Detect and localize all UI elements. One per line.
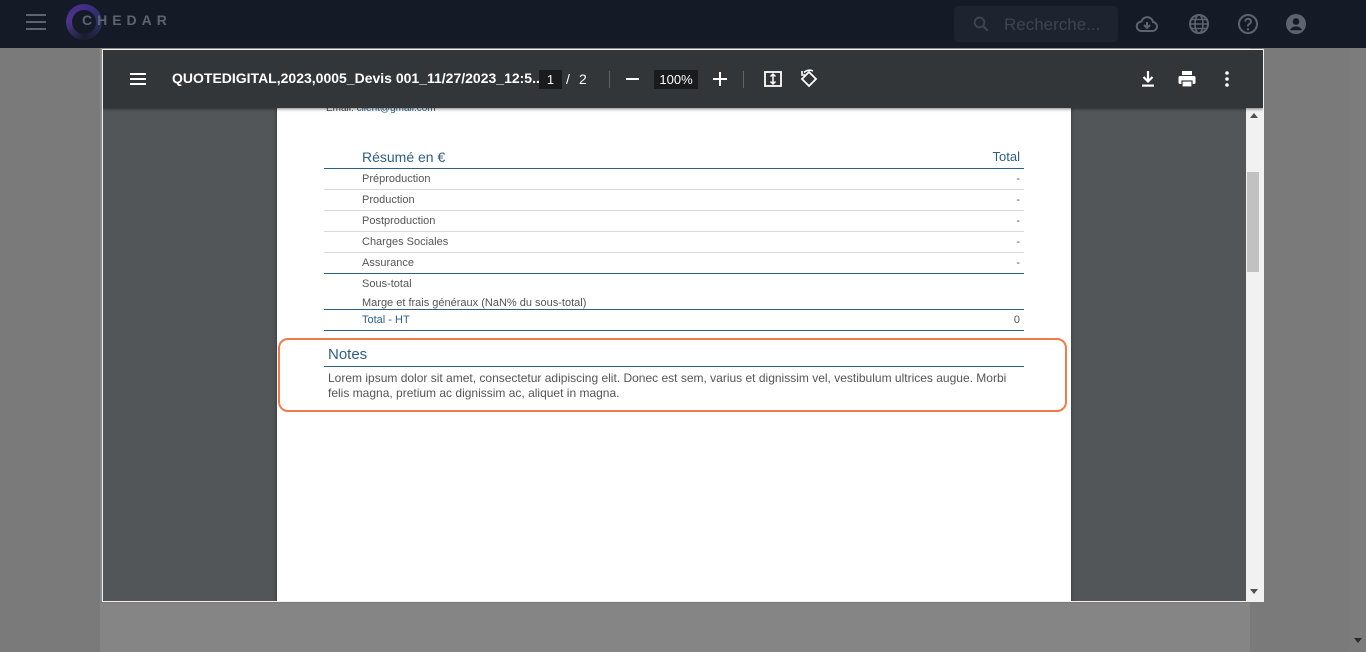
page-scrollbar[interactable]: [1350, 48, 1366, 651]
menu-icon[interactable]: [26, 14, 46, 30]
document-title: QUOTEDIGITAL,2023,0005_Devis 001_11/27/2…: [172, 70, 544, 86]
zoom-out-icon[interactable]: [626, 78, 639, 80]
more-options-icon[interactable]: [1216, 68, 1238, 90]
zoom-input[interactable]: 100%: [654, 70, 698, 89]
row-label: Préproduction: [362, 173, 431, 185]
globe-icon[interactable]: [1187, 12, 1211, 36]
fit-page-icon[interactable]: [762, 68, 784, 90]
subtotal-label: Sous-total: [362, 278, 412, 290]
page-scroll-down-arrow[interactable]: [1354, 638, 1362, 643]
rotate-icon[interactable]: [798, 68, 820, 90]
total-row: Total - HT 0: [324, 309, 1024, 331]
row-label: Assurance: [362, 257, 414, 269]
notes-highlight: [278, 338, 1067, 412]
app-header: CHEDAR: [0, 0, 1366, 48]
toolbar-divider: [609, 71, 610, 88]
row-label: Production: [362, 194, 415, 206]
search-input[interactable]: [1002, 14, 1116, 36]
margin-label: Marge et frais généraux (NaN% du sous-to…: [362, 297, 587, 309]
pdf-toolbar: QUOTEDIGITAL,2023,0005_Devis 001_11/27/2…: [103, 50, 1263, 108]
row-value: -: [1016, 194, 1020, 206]
pdf-menu-icon[interactable]: [130, 73, 146, 85]
scrollbar-thumb[interactable]: [1247, 172, 1259, 272]
page-total: 2: [579, 71, 587, 87]
help-icon[interactable]: [1236, 12, 1260, 36]
page-separator: /: [566, 71, 570, 87]
scroll-up-arrow[interactable]: [1250, 113, 1258, 118]
account-icon[interactable]: [1284, 12, 1308, 36]
summary-header: Résumé en € Total: [324, 148, 1024, 169]
row-value: -: [1016, 215, 1020, 227]
page-footer-area: [100, 602, 1250, 652]
search-box[interactable]: [954, 6, 1118, 42]
search-icon: [973, 16, 989, 32]
zoom-in-icon[interactable]: [713, 71, 727, 87]
toolbar-divider: [743, 71, 744, 88]
scroll-down-arrow[interactable]: [1250, 589, 1258, 594]
summary-row: Production -: [324, 190, 1024, 211]
summary-total-header: Total: [992, 149, 1020, 164]
row-label: Postproduction: [362, 215, 436, 227]
row-value: -: [1016, 173, 1020, 185]
pdf-scrollbar[interactable]: [1246, 108, 1263, 601]
print-icon[interactable]: [1176, 68, 1198, 90]
summary-row: Charges Sociales -: [324, 232, 1024, 253]
logo-text: CHEDAR: [82, 12, 172, 28]
summary-row: Assurance -: [324, 253, 1024, 274]
summary-row: Postproduction -: [324, 211, 1024, 232]
download-icon[interactable]: [1137, 68, 1159, 90]
total-label: Total - HT: [362, 314, 410, 326]
page-number-input[interactable]: 1: [539, 70, 562, 89]
row-value: -: [1016, 236, 1020, 248]
total-value: 0: [1013, 314, 1020, 326]
row-label: Charges Sociales: [362, 236, 449, 248]
row-value: -: [1016, 257, 1020, 269]
logo[interactable]: CHEDAR: [66, 4, 176, 42]
summary-row: Préproduction -: [324, 169, 1024, 190]
pdf-page: Email: client@gmail.com Résumé en € Tota…: [277, 90, 1071, 601]
summary-title: Résumé en €: [362, 149, 446, 165]
cloud-sync-icon[interactable]: [1135, 12, 1159, 36]
pdf-viewer: QUOTEDIGITAL,2023,0005_Devis 001_11/27/2…: [102, 49, 1264, 602]
